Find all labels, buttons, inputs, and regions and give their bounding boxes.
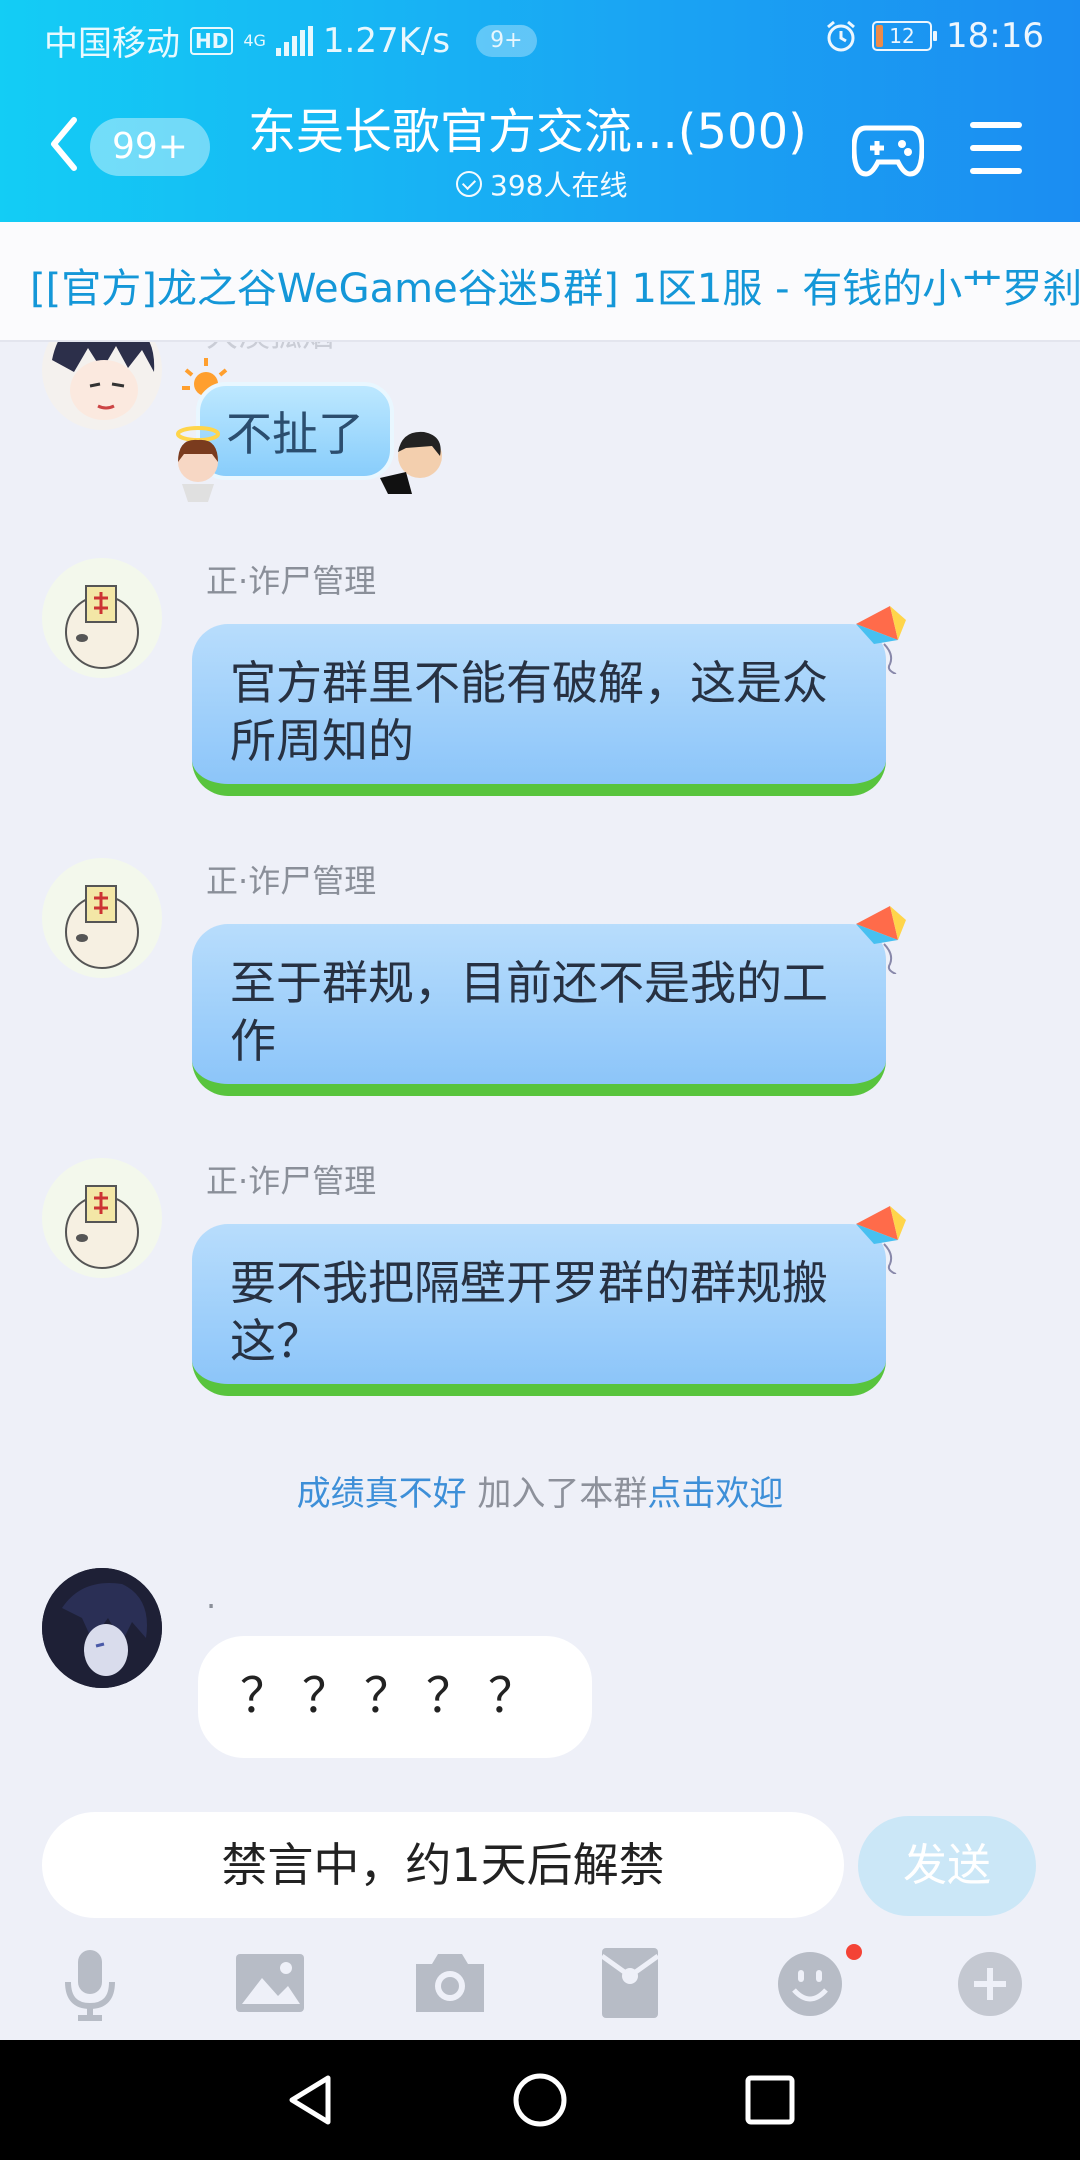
status-left: 中国移动 HD 4G 1.27K/s 9+ (44, 16, 537, 65)
new-emoji-dot (846, 1944, 862, 1960)
sender-name: 正·诈尸管理 (206, 862, 377, 900)
member-name-link[interactable]: 成绩真不好 (297, 1474, 467, 1514)
avatar[interactable] (42, 342, 162, 430)
system-message: 成绩真不好 加入了本群点击欢迎 (0, 1466, 1080, 1515)
boy-sticker-icon (380, 431, 442, 494)
message-bubble[interactable]: 官方群里不能有破解，这是众所周知的 (192, 624, 886, 796)
online-count: 398人在线 (490, 169, 628, 202)
sender-name: 正·诈尸管理 (206, 562, 377, 600)
red-packet-icon[interactable] (590, 1942, 670, 2022)
unread-count-badge[interactable]: 99+ (90, 118, 210, 176)
online-status[interactable]: 398人在线 (456, 164, 627, 204)
battery-icon: 12 (872, 21, 938, 51)
dark-anime-avatar-icon (42, 1568, 162, 1688)
mic-icon[interactable] (50, 1942, 130, 2022)
kite-icon (856, 1206, 906, 1274)
back-triangle-icon[interactable] (280, 2070, 340, 2130)
input-area: 禁言中，约1天后解禁 发送 (0, 1812, 1080, 1936)
menu-icon[interactable] (970, 122, 1022, 174)
chat-toolbar (0, 1936, 1080, 2040)
message-list[interactable]: 大漠孤烟 不扯了 正·诈尸管理 官方群里不能有破解，这是众所周知的 (0, 342, 1080, 1812)
alarm-icon (827, 20, 855, 52)
clock: 18:16 (946, 16, 1044, 56)
avatar[interactable] (42, 858, 162, 978)
join-text: 加入了本群 (466, 1474, 648, 1514)
camera-icon[interactable] (410, 1942, 490, 2022)
recents-square-icon[interactable] (740, 2070, 800, 2130)
gamepad-icon[interactable] (852, 118, 924, 180)
network-type: 4G (243, 30, 266, 50)
chat-header: 中国移动 HD 4G 1.27K/s 9+ 12 18:16 99+ 东吴长歌官… (0, 0, 1080, 222)
image-icon[interactable] (230, 1942, 310, 2022)
message-text: 要不我把隔壁开罗群的群规搬这？ (230, 1256, 828, 1368)
back-icon[interactable] (44, 114, 84, 174)
emoji-icon[interactable] (770, 1942, 850, 2022)
anime-avatar-icon (52, 342, 155, 420)
zombie-avatar-icon (65, 585, 139, 669)
zombie-avatar-icon (65, 885, 139, 969)
group-title[interactable]: 东吴长歌官方交流...(500) (248, 92, 807, 162)
message-bubble[interactable]: 要不我把隔壁开罗群的群规搬这？ (192, 1224, 886, 1396)
sender-name: . (206, 1578, 217, 1616)
message-text: 不扯了 (226, 407, 364, 461)
welcome-link[interactable]: 点击欢迎 (647, 1474, 783, 1514)
carrier-label: 中国移动 (44, 24, 180, 64)
message-text: ？？？？？ (240, 1668, 551, 1724)
nav-bar: 99+ 东吴长歌官方交流...(500) 398人在线 (0, 74, 1080, 222)
online-check-icon (456, 171, 482, 197)
network-speed: 1.27K/s (322, 20, 451, 61)
plus-icon[interactable] (950, 1942, 1030, 2022)
muted-input-field: 禁言中，约1天后解禁 (42, 1812, 844, 1918)
announcement-bar[interactable]: [[官方]龙之谷WeGame谷迷5群] 1区1服 - 有钱的小艹罗刹 (0, 222, 1080, 342)
message-text: 官方群里不能有破解，这是众所周知的 (230, 656, 828, 768)
announcement-text: [[官方]龙之谷WeGame谷迷5群] 1区1服 - 有钱的小艹罗刹 (30, 266, 1080, 312)
message-bubble[interactable]: ？？？？？ (198, 1636, 593, 1758)
home-circle-icon[interactable] (510, 2070, 570, 2130)
avatar[interactable] (42, 1158, 162, 1278)
battery-level: 12 (889, 24, 915, 48)
send-button[interactable]: 发送 (858, 1816, 1036, 1916)
avatar[interactable] (42, 558, 162, 678)
kite-icon (856, 606, 906, 674)
avatar[interactable] (42, 1568, 162, 1688)
girl-sticker-icon (176, 426, 220, 502)
status-bar: 中国移动 HD 4G 1.27K/s 9+ 12 18:16 (0, 0, 1080, 74)
hd-icon: HD (190, 26, 234, 55)
signal-icon (275, 25, 313, 56)
sender-name: 正·诈尸管理 (206, 1162, 377, 1200)
zombie-avatar-icon (65, 1185, 139, 1269)
message-bubble[interactable]: 至于群规，目前还不是我的工作 (192, 924, 886, 1096)
message-text: 至于群规，目前还不是我的工作 (230, 956, 828, 1068)
system-navigation-bar (0, 2040, 1080, 2160)
notification-badge: 9+ (476, 24, 537, 57)
status-right: 12 18:16 (824, 16, 1044, 56)
kite-icon (856, 906, 906, 974)
